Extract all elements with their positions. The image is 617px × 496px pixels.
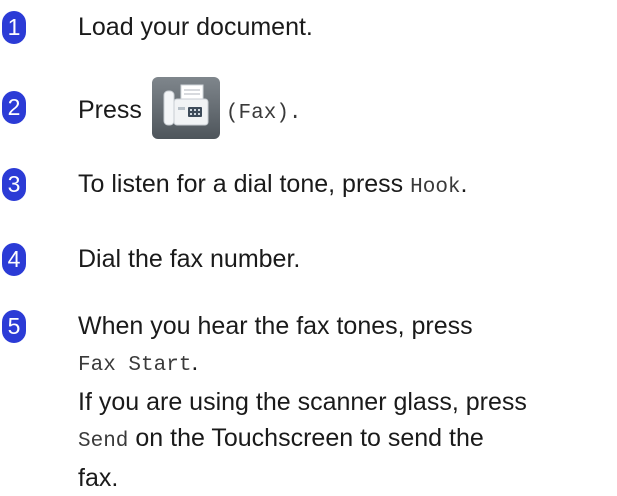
fax-button-label: (Fax). [225,102,302,125]
press-label: Press [78,96,142,124]
step-number-badge: 3 [2,168,26,201]
hook-key-label: Hook [410,176,461,199]
step-text: Dial the fax number. [78,245,301,273]
fax-start-key-label: Fax Start [78,354,192,377]
step-number-badge: 1 [2,11,26,44]
fax-machine-icon [163,84,209,126]
fax-button[interactable] [151,77,220,140]
step-number-badge: 4 [2,243,26,276]
step-text: Load your document. [78,13,313,41]
send-key-label: Send [78,430,129,453]
step-text: To listen for a dial tone, press Hook. [78,170,468,199]
step-text: Press (Fax). [78,77,302,145]
step-number-badge: 5 [2,310,26,343]
step-number-badge: 2 [2,91,26,124]
